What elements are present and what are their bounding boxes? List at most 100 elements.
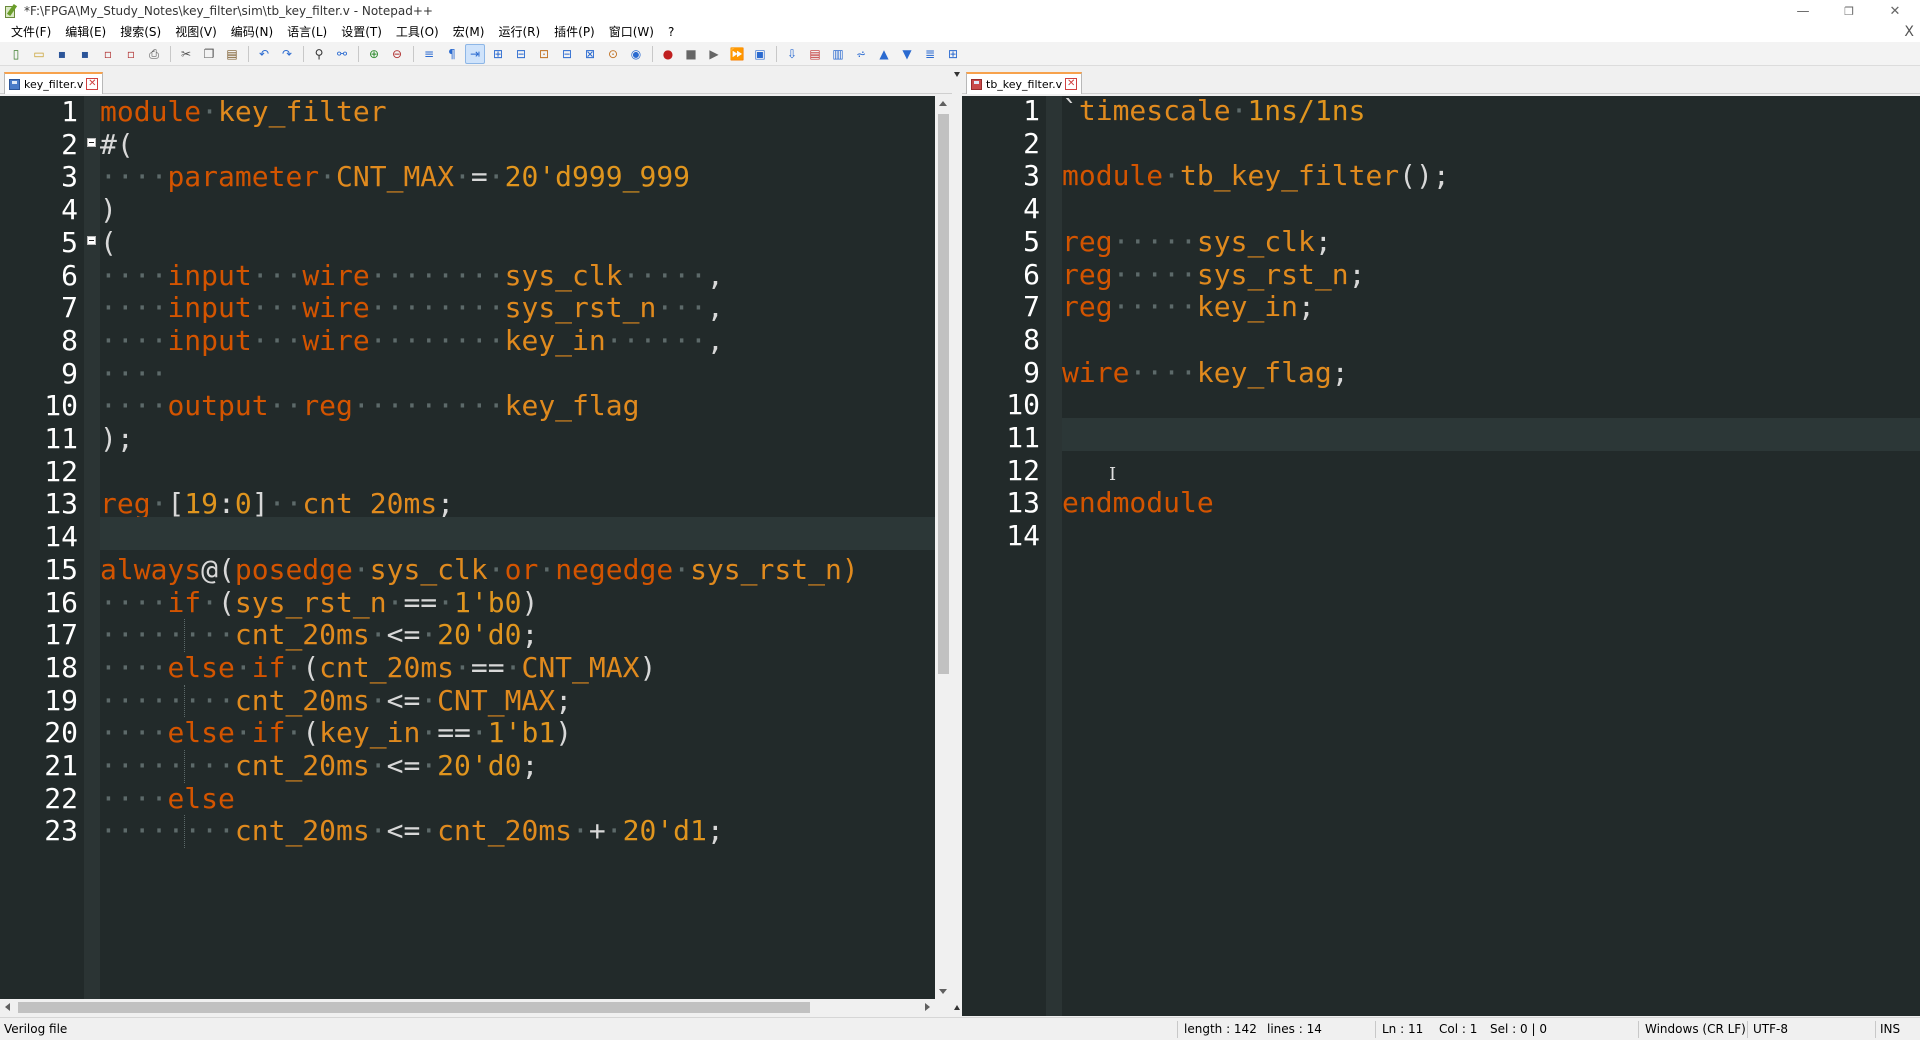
udl-icon[interactable]: ⊡ [534,44,554,64]
compare-nav-icon[interactable]: ≣ [920,44,940,64]
insert-mode[interactable]: INS [1880,1018,1900,1040]
code-line[interactable] [1062,516,1920,549]
paste-icon[interactable]: ▤ [222,44,242,64]
code-line[interactable]: ········cnt_20ms·<=·cnt_20ms·+·20'd1; [100,811,935,847]
scroll-left-arrow-icon[interactable] [5,1003,10,1011]
code-line[interactable]: endmodule [1062,483,1920,519]
code-line[interactable]: ····output··reg·········key_flag [100,386,935,422]
vertical-scrollbar-left[interactable] [935,96,952,999]
code-line[interactable]: ····else·if·(key_in·==·1'b1) [100,713,935,749]
close-all-icon[interactable]: ▫ [121,44,141,64]
code-line[interactable]: module·key_filter [100,96,935,128]
scroll-right-arrow-icon[interactable] [925,1003,930,1011]
menu-item-12[interactable]: ? [661,22,681,42]
indent-guide-icon[interactable]: ⊟ [511,44,531,64]
sync-horizontal-icon[interactable]: ¶ [442,44,462,64]
code-editor-left[interactable]: 1 2 3 4 5 6 7 8 9 10 11 12 13 14 15 16 17 18 19 20 21 22 23 mo… [0,96,935,999]
folder-workspace-icon[interactable]: ⊙ [603,44,623,64]
find-icon[interactable]: ⚲ [309,44,329,64]
code-line[interactable]: wire····key_flag; [1062,353,1920,389]
save-macro-icon[interactable]: ▣ [750,44,770,64]
code-line[interactable]: ···· [100,354,935,390]
code-line[interactable]: reg·[19:0]··cnt_20ms; [100,484,935,520]
menu-item-10[interactable]: 插件(P) [547,22,602,42]
code-line[interactable] [1062,451,1920,484]
code-area[interactable]: `timescale·1ns/1ns module·tb_key_filter()… [1062,96,1920,1016]
close-document-icon[interactable]: X [1904,24,1914,40]
menu-item-1[interactable]: 编辑(E) [58,22,113,42]
code-line[interactable]: reg·····sys_rst_n; [1062,255,1920,291]
tab-close-icon[interactable]: ✕ [86,78,99,90]
open-file-icon[interactable]: ▭ [29,44,49,64]
compare-first-icon[interactable]: ▥ [828,44,848,64]
menu-item-6[interactable]: 设置(T) [334,22,389,42]
compare-icon[interactable]: ⇩ [782,44,802,64]
sync-vertical-icon[interactable]: ≡ [419,44,439,64]
fold-toggle-icon[interactable] [87,137,96,147]
code-area[interactable]: module·key_filter #(····parameter·CNT_MAX… [100,96,935,999]
code-line[interactable]: ········cnt_20ms·<=·CNT_MAX; [100,681,935,717]
code-line[interactable]: ········cnt_20ms·<=·20'd0; [100,746,935,782]
compare-prev-icon[interactable]: ⩫ [851,44,871,64]
menu-item-7[interactable]: 工具(O) [389,22,446,42]
tab-close-icon[interactable]: ✕ [1065,78,1078,90]
function-list-icon[interactable]: ⊠ [580,44,600,64]
scrollbar-thumb[interactable] [938,114,949,674]
menu-item-5[interactable]: 语言(L) [280,22,334,42]
play-macro-icon[interactable]: ▶ [704,44,724,64]
code-line[interactable]: ········cnt_20ms·<=·20'd0; [100,615,935,651]
tab-key-filter[interactable]: key_filter.v ✕ [4,72,104,94]
word-wrap-icon[interactable]: ⇥ [465,43,485,64]
new-file-icon[interactable]: ▯ [6,44,26,64]
minimize-button[interactable]: — [1780,0,1826,22]
compare-next-icon[interactable]: ▲ [874,44,894,64]
code-line[interactable]: always@(posedge·sys_clk·or·negedge·sys_r… [100,550,935,586]
current-line[interactable] [100,517,935,550]
code-line[interactable]: ····input···wire········sys_clk·····, [100,256,935,292]
code-line[interactable]: ) [100,190,935,226]
fold-margin[interactable] [1046,96,1062,1016]
menu-item-3[interactable]: 视图(V) [168,22,224,42]
cut-icon[interactable]: ✂ [176,44,196,64]
code-line[interactable]: reg·····sys_clk; [1062,222,1920,258]
code-editor-right[interactable]: 1 2 3 4 5 6 7 8 9 10 11 12 13 14 `timescale·1ns/1ns mo… [962,96,1920,1016]
print-icon[interactable]: ⎙ [144,44,164,64]
close-icon[interactable]: ▫ [98,44,118,64]
menu-item-8[interactable]: 宏(M) [446,22,492,42]
code-line[interactable]: ····if·(sys_rst_n·==·1'b0) [100,583,935,619]
code-line[interactable]: #( [100,125,935,161]
save-all-icon[interactable]: ▪ [75,44,95,64]
code-line[interactable]: ····input···wire········sys_rst_n···, [100,288,935,324]
code-line[interactable]: ····else [100,779,935,815]
close-window-button[interactable]: ✕ [1872,0,1918,22]
code-line[interactable] [1062,320,1920,353]
zoom-out-icon[interactable]: ⊖ [387,44,407,64]
compare-panel-icon[interactable]: ⊞ [943,44,963,64]
code-line[interactable]: ); [100,419,935,455]
eol-format[interactable]: Windows (CR LF) [1645,1018,1746,1040]
horizontal-scrollbar-left[interactable] [0,999,935,1016]
menu-item-4[interactable]: 编码(N) [224,22,280,42]
code-line[interactable]: reg·····key_in; [1062,287,1920,323]
code-line[interactable]: ····parameter·CNT_MAX·=·20'd999_999 [100,157,935,193]
tab-tb-key-filter[interactable]: tb_key_filter.v ✕ [966,72,1083,94]
replace-icon[interactable]: ⚯ [332,44,352,64]
scrollbar-thumb[interactable] [18,1002,810,1013]
code-line[interactable] [1062,124,1920,157]
menu-item-0[interactable]: 文件(F) [4,22,58,42]
monitor-icon[interactable]: ◉ [626,44,646,64]
menu-item-11[interactable]: 窗口(W) [602,22,661,42]
stop-macro-icon[interactable]: ■ [681,44,701,64]
fold-margin[interactable] [84,96,100,999]
code-line[interactable]: ····else·if·(cnt_20ms·==·CNT_MAX) [100,648,935,684]
encoding-label[interactable]: UTF-8 [1753,1018,1788,1040]
pane-splitter[interactable] [952,70,962,1016]
code-line[interactable] [1062,385,1920,418]
code-line[interactable]: module·tb_key_filter(); [1062,156,1920,192]
scroll-up-arrow-icon[interactable] [939,101,947,106]
menu-item-9[interactable]: 运行(R) [491,22,547,42]
run-macro-multiple-icon[interactable]: ⏩ [727,44,747,64]
code-line[interactable]: ( [100,223,935,259]
compare-last-icon[interactable]: ▼ [897,44,917,64]
undo-icon[interactable]: ↶ [254,44,274,64]
